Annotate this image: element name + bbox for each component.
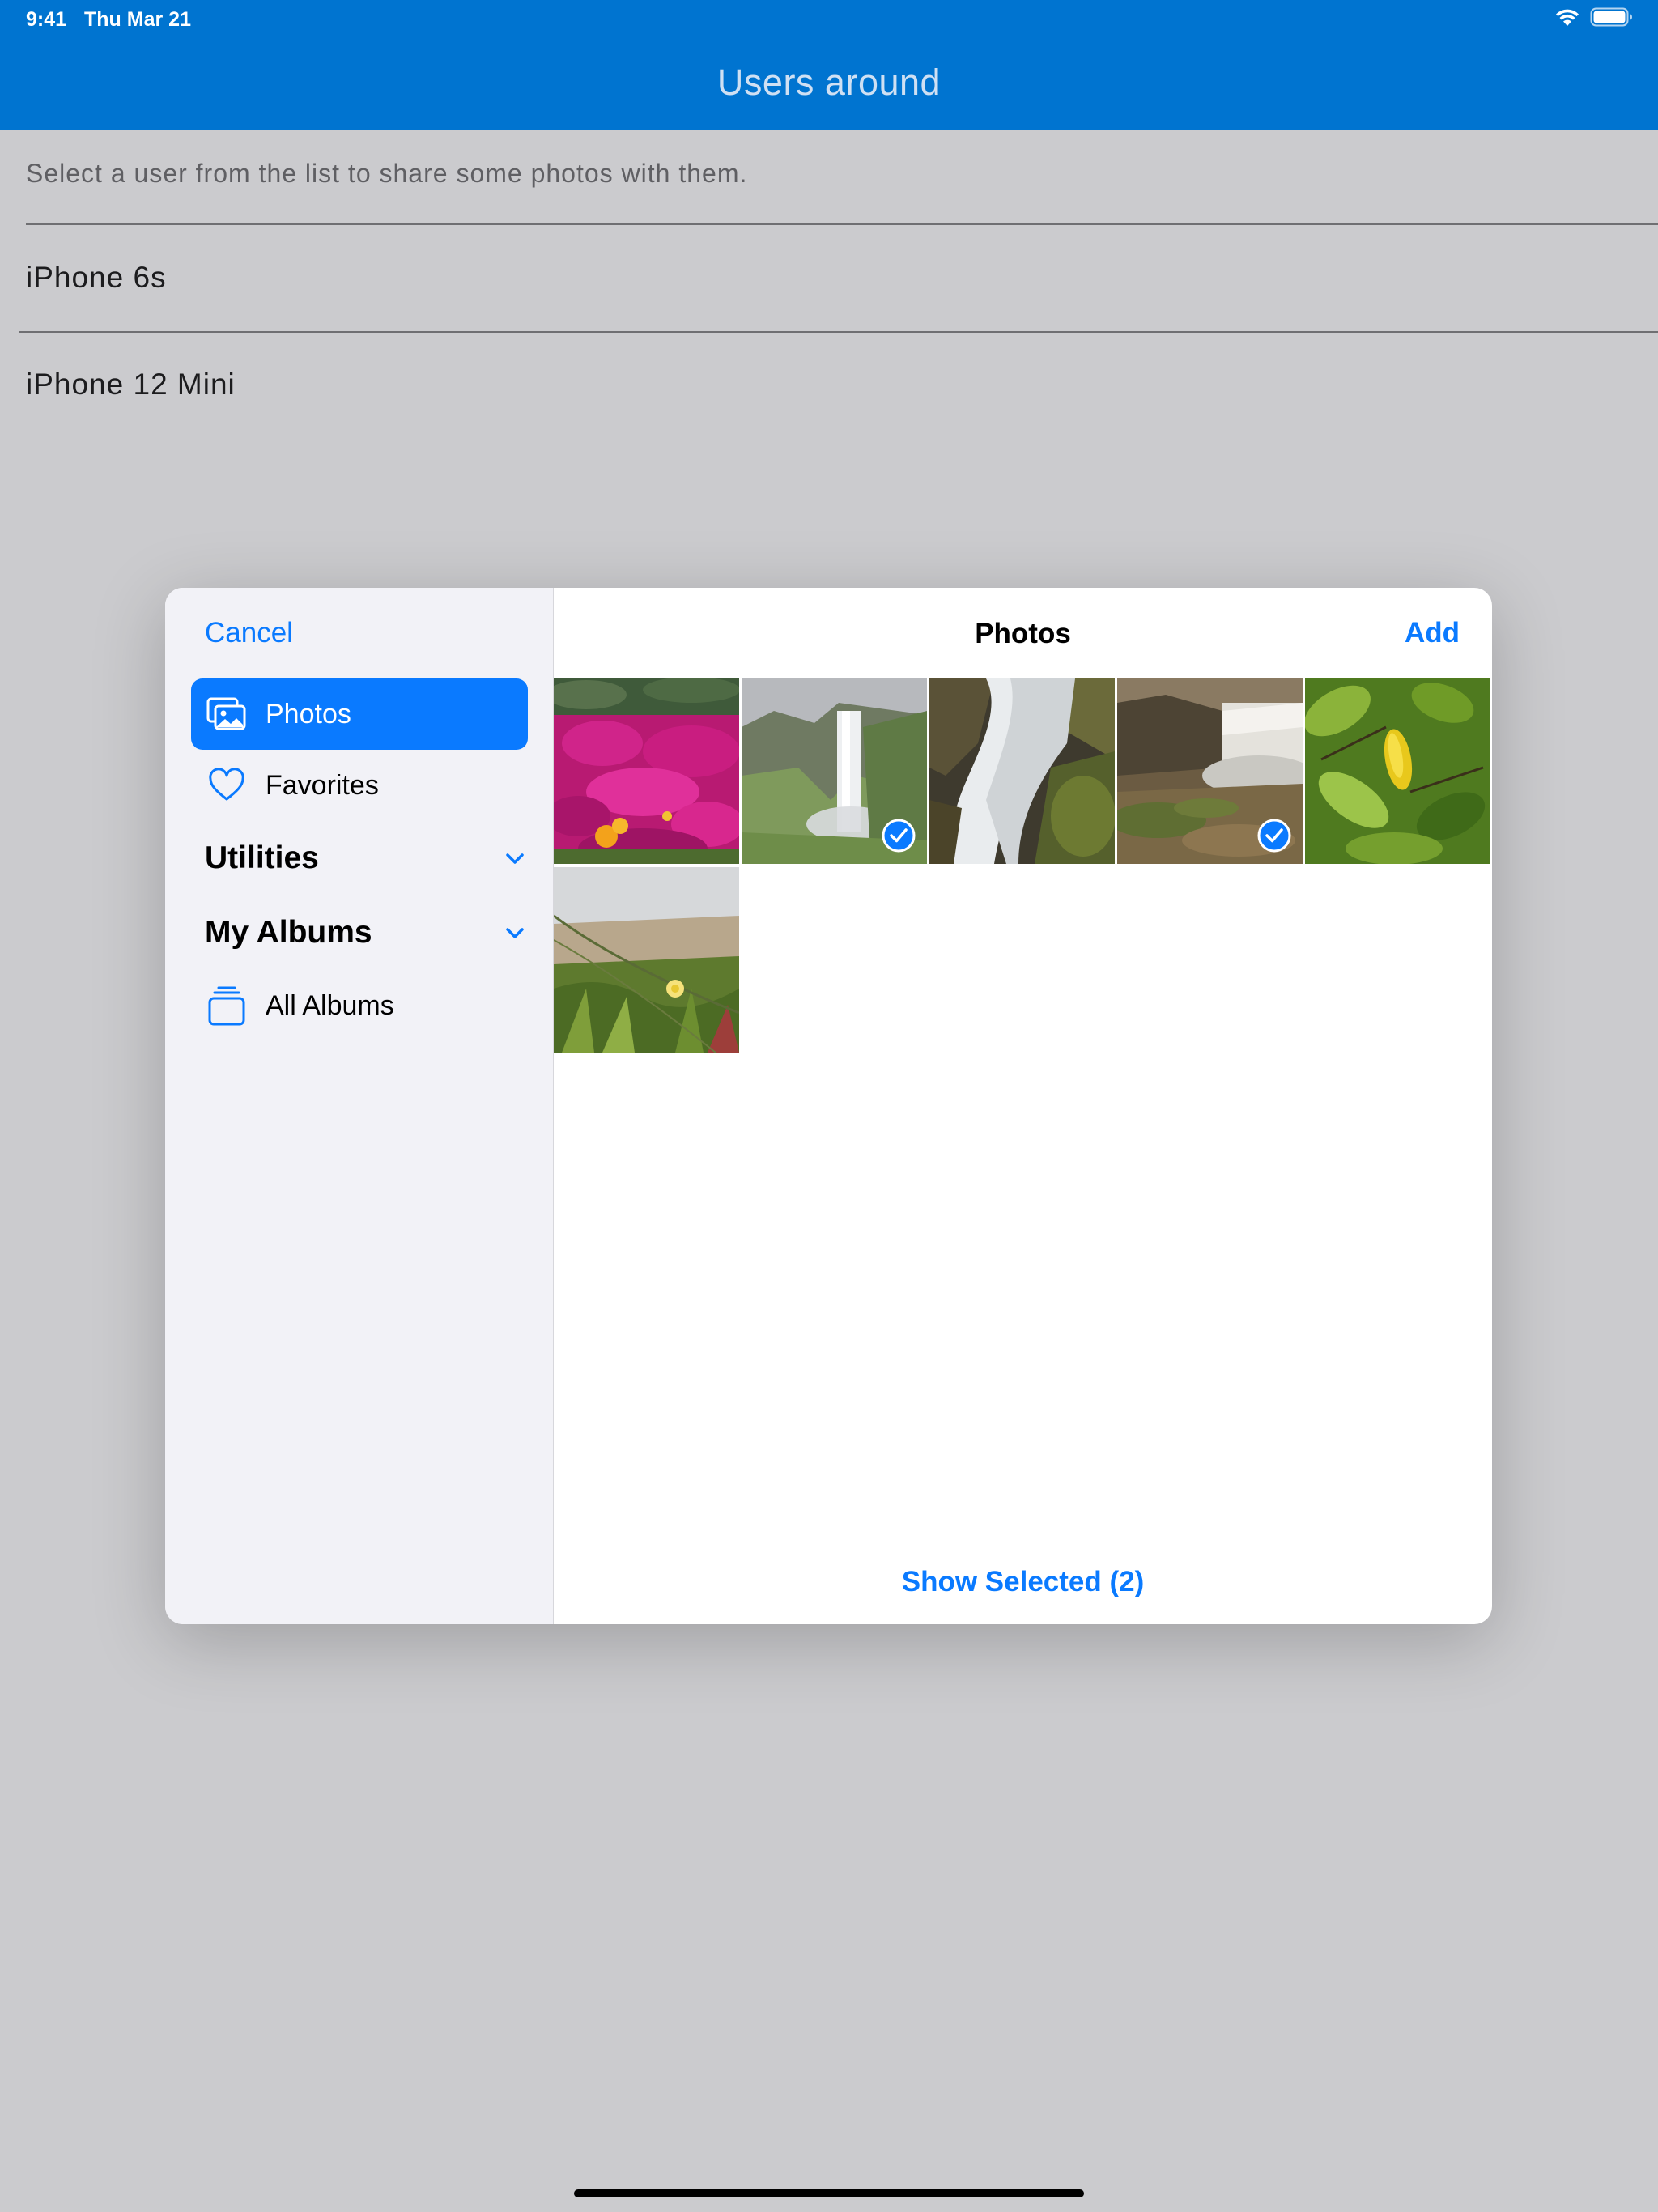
sidebar-item-label: All Albums: [266, 989, 394, 1021]
user-list-item[interactable]: iPhone 12 Mini: [26, 368, 236, 402]
heart-icon: [204, 763, 249, 808]
add-button[interactable]: Add: [1405, 617, 1460, 649]
sidebar-item-favorites[interactable]: Favorites: [191, 750, 528, 821]
photo-image: [1305, 678, 1490, 864]
photos-grid-area: Photos Add Show Selected (2): [554, 588, 1492, 1624]
navigation-bar: 9:41 Thu Mar 21 Users around: [0, 0, 1658, 130]
photo-thumbnail[interactable]: [1117, 678, 1303, 864]
picker-title: Photos: [975, 618, 1071, 649]
home-indicator: [574, 2189, 1084, 2197]
photo-thumbnail[interactable]: [742, 678, 927, 864]
instruction-text: Select a user from the list to share som…: [26, 159, 748, 188]
chevron-down-icon: [506, 853, 524, 864]
status-time: 9:41: [26, 8, 67, 31]
photo-image: [554, 678, 739, 864]
selected-checkmark-icon: [1257, 819, 1291, 853]
page-title: Users around: [716, 62, 942, 103]
section-label: Utilities: [205, 840, 319, 875]
sidebar-item-all-albums[interactable]: All Albums: [191, 970, 528, 1041]
photo-image: [554, 867, 739, 1053]
section-my-albums[interactable]: My Albums: [205, 908, 529, 957]
status-date: Thu Mar 21: [84, 8, 191, 31]
sidebar-item-label: Photos: [266, 698, 351, 730]
albums-stack-icon: [204, 983, 249, 1028]
picker-sidebar: Cancel Photos Favorites Utilities My Alb…: [165, 588, 554, 1624]
photo-picker-sheet: Cancel Photos Favorites Utilities My Alb…: [165, 588, 1492, 1624]
selected-checkmark-icon: [882, 819, 916, 853]
photo-thumbnail[interactable]: [554, 678, 739, 864]
sidebar-item-label: Favorites: [266, 769, 379, 801]
photos-icon: [204, 691, 249, 737]
divider: [26, 223, 1658, 225]
photo-thumbnail[interactable]: [1305, 678, 1490, 864]
wifi-icon: [1556, 9, 1579, 26]
sidebar-item-photos[interactable]: Photos: [191, 678, 528, 750]
battery-icon: [1590, 7, 1632, 27]
cancel-button[interactable]: Cancel: [205, 617, 293, 649]
user-list-item[interactable]: iPhone 6s: [26, 261, 167, 295]
chevron-down-icon: [506, 928, 524, 938]
photo-thumbnail[interactable]: [554, 867, 739, 1053]
status-icons: [1554, 6, 1634, 28]
show-selected-button[interactable]: Show Selected (2): [554, 1566, 1492, 1598]
photo-image: [929, 678, 1115, 864]
section-label: My Albums: [205, 915, 372, 950]
divider: [19, 331, 1658, 333]
photo-thumbnail[interactable]: [929, 678, 1115, 864]
section-utilities[interactable]: Utilities: [205, 834, 529, 883]
